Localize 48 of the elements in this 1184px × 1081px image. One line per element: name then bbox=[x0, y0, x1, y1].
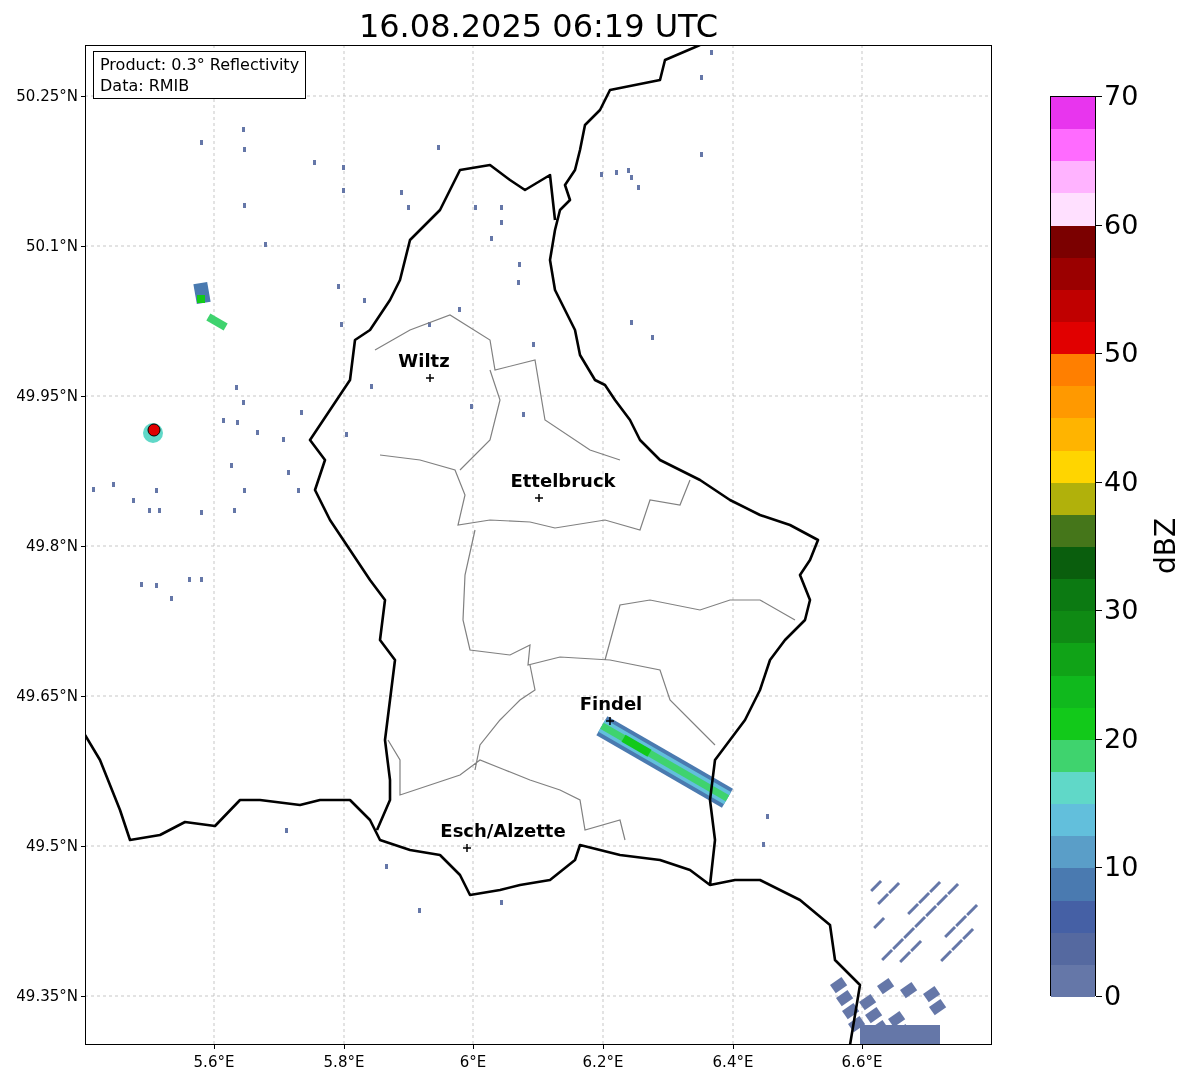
axis-tick-label: 50.25°N bbox=[16, 87, 78, 105]
axis-tick-label: 6.2°E bbox=[582, 1053, 624, 1071]
colorbar-tick-label: 40 bbox=[1104, 466, 1139, 497]
info-text: Product: 0.3° Reflectivity bbox=[100, 54, 300, 75]
info-text: Data: RMIB bbox=[100, 75, 191, 96]
axis-tick-label: 6.4°E bbox=[712, 1053, 754, 1071]
city-label: Wiltz bbox=[398, 350, 450, 372]
city-marker-icon bbox=[534, 493, 544, 503]
tick-mark bbox=[81, 846, 85, 847]
axis-tick-label: 6°E bbox=[459, 1053, 487, 1071]
city-label: Esch/Alzette bbox=[440, 820, 566, 842]
tick-mark bbox=[81, 546, 85, 547]
city-marker-icon bbox=[605, 716, 615, 726]
radar-site-marker bbox=[147, 423, 161, 437]
axis-tick-label: 49.65°N bbox=[16, 687, 78, 705]
axis-tick-label: 49.35°N bbox=[16, 987, 78, 1005]
colorbar-tick-label: 0 bbox=[1104, 981, 1122, 1011]
chart-title: 16.08.2025 06:19 UTC bbox=[357, 6, 720, 47]
axis-tick-label: 6.6°E bbox=[841, 1053, 883, 1071]
tick-mark bbox=[862, 1045, 863, 1049]
tick-mark bbox=[344, 1045, 345, 1049]
colorbar-tick-label: 20 bbox=[1104, 723, 1139, 754]
city-label: Findel bbox=[579, 693, 643, 715]
colorbar-tick-label: 10 bbox=[1104, 852, 1139, 883]
colorbar-label: dBZ bbox=[1150, 517, 1183, 575]
colorbar-tick-label: 70 bbox=[1104, 81, 1139, 111]
colorbar-tick-label: 30 bbox=[1104, 595, 1139, 626]
city-marker-icon bbox=[425, 373, 435, 383]
tick-mark bbox=[1096, 996, 1102, 997]
axis-tick-label: 49.5°N bbox=[25, 837, 78, 855]
tick-mark bbox=[81, 396, 85, 397]
tick-mark bbox=[473, 1045, 474, 1049]
tick-mark bbox=[81, 246, 85, 247]
tick-mark bbox=[214, 1045, 215, 1049]
axis-tick-label: 5.6°E bbox=[193, 1053, 235, 1071]
axis-tick-label: 49.8°N bbox=[25, 537, 78, 555]
city-label: Ettelbruck bbox=[510, 470, 616, 492]
tick-mark bbox=[81, 696, 85, 697]
axis-tick-label: 5.8°E bbox=[323, 1053, 365, 1071]
colorbar-tick-label: 60 bbox=[1104, 209, 1139, 240]
tick-mark bbox=[603, 1045, 604, 1049]
tick-mark bbox=[733, 1045, 734, 1049]
tick-mark bbox=[81, 96, 85, 97]
city-marker-icon bbox=[462, 843, 472, 853]
axis-tick-label: 49.95°N bbox=[16, 387, 78, 405]
tick-mark bbox=[81, 996, 85, 997]
colorbar-tick-label: 50 bbox=[1104, 338, 1139, 369]
axis-tick-label: 50.1°N bbox=[25, 237, 78, 255]
